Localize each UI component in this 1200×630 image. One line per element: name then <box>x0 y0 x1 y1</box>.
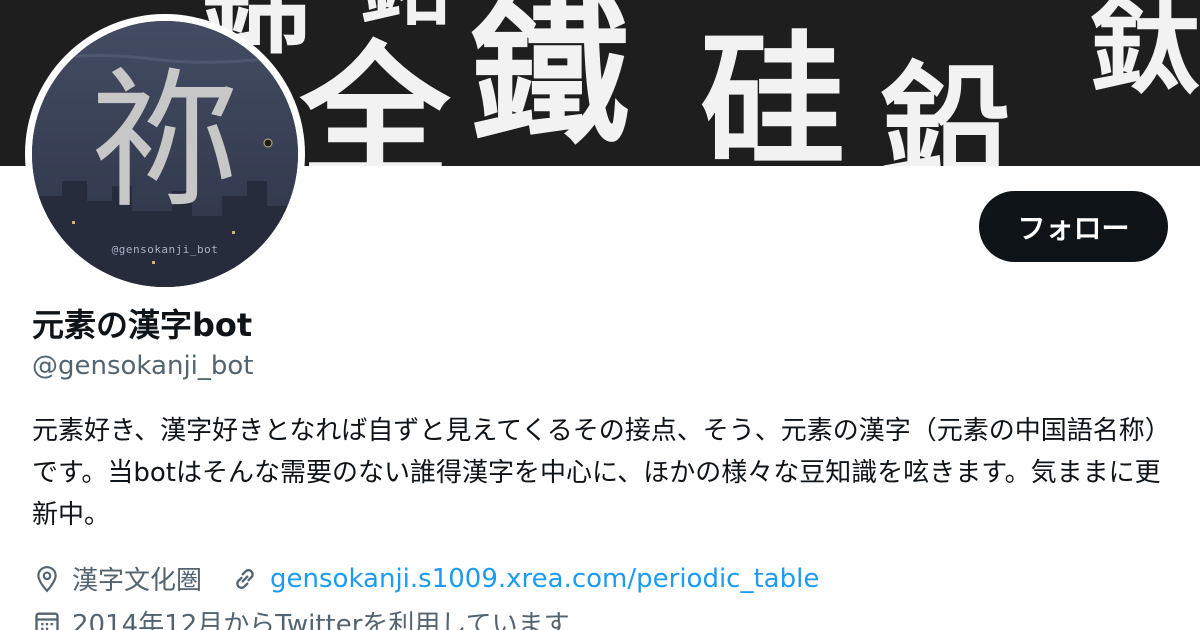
banner-kanji-4: 鉛 <box>880 48 1011 167</box>
avatar[interactable]: 祢 @gensokanji_bot <box>25 14 305 294</box>
banner-kanji-1: 全 <box>300 27 451 166</box>
banner-kanji-3: 硅 <box>700 17 845 167</box>
link-icon <box>230 564 260 594</box>
profile-location: 漢字文化圏 <box>72 566 203 596</box>
profile-bio: 元素好き、漢字好きとなれば自ずと見えてくるその接点、そう、元素の漢字（元素の中国… <box>32 416 1161 530</box>
avatar-kanji: 祢 <box>89 55 240 229</box>
user-handle: @gensokanji_bot <box>32 351 254 381</box>
profile-website-link[interactable]: gensokanji.s1009.xrea.com/periodic_table <box>270 564 819 594</box>
avatar-handle-text: @gensokanji_bot <box>111 243 219 256</box>
profile-joined-date: 2014年12月からTwitterを利用しています <box>72 610 570 630</box>
follow-button[interactable]: フォロー <box>979 191 1168 262</box>
profile-page: 全 鐵 硅 鉛 銘 錦 鈦 <box>0 0 1200 630</box>
calendar-icon <box>32 608 62 630</box>
display-name: 元素の漢字bot <box>32 306 253 344</box>
banner-kanji-5: 銘 <box>360 0 450 30</box>
profile-joined-row: 2014年12月からTwitterを利用しています <box>32 604 570 630</box>
banner-kanji-2: 鐵 <box>470 0 631 166</box>
location-pin-icon <box>32 564 62 594</box>
profile-meta-row: 漢字文化圏 gensokanji.s1009.xrea.com/periodic… <box>32 560 819 597</box>
banner-kanji-7: 鈦 <box>1090 0 1200 109</box>
avatar-image: 祢 @gensokanji_bot <box>32 21 298 287</box>
